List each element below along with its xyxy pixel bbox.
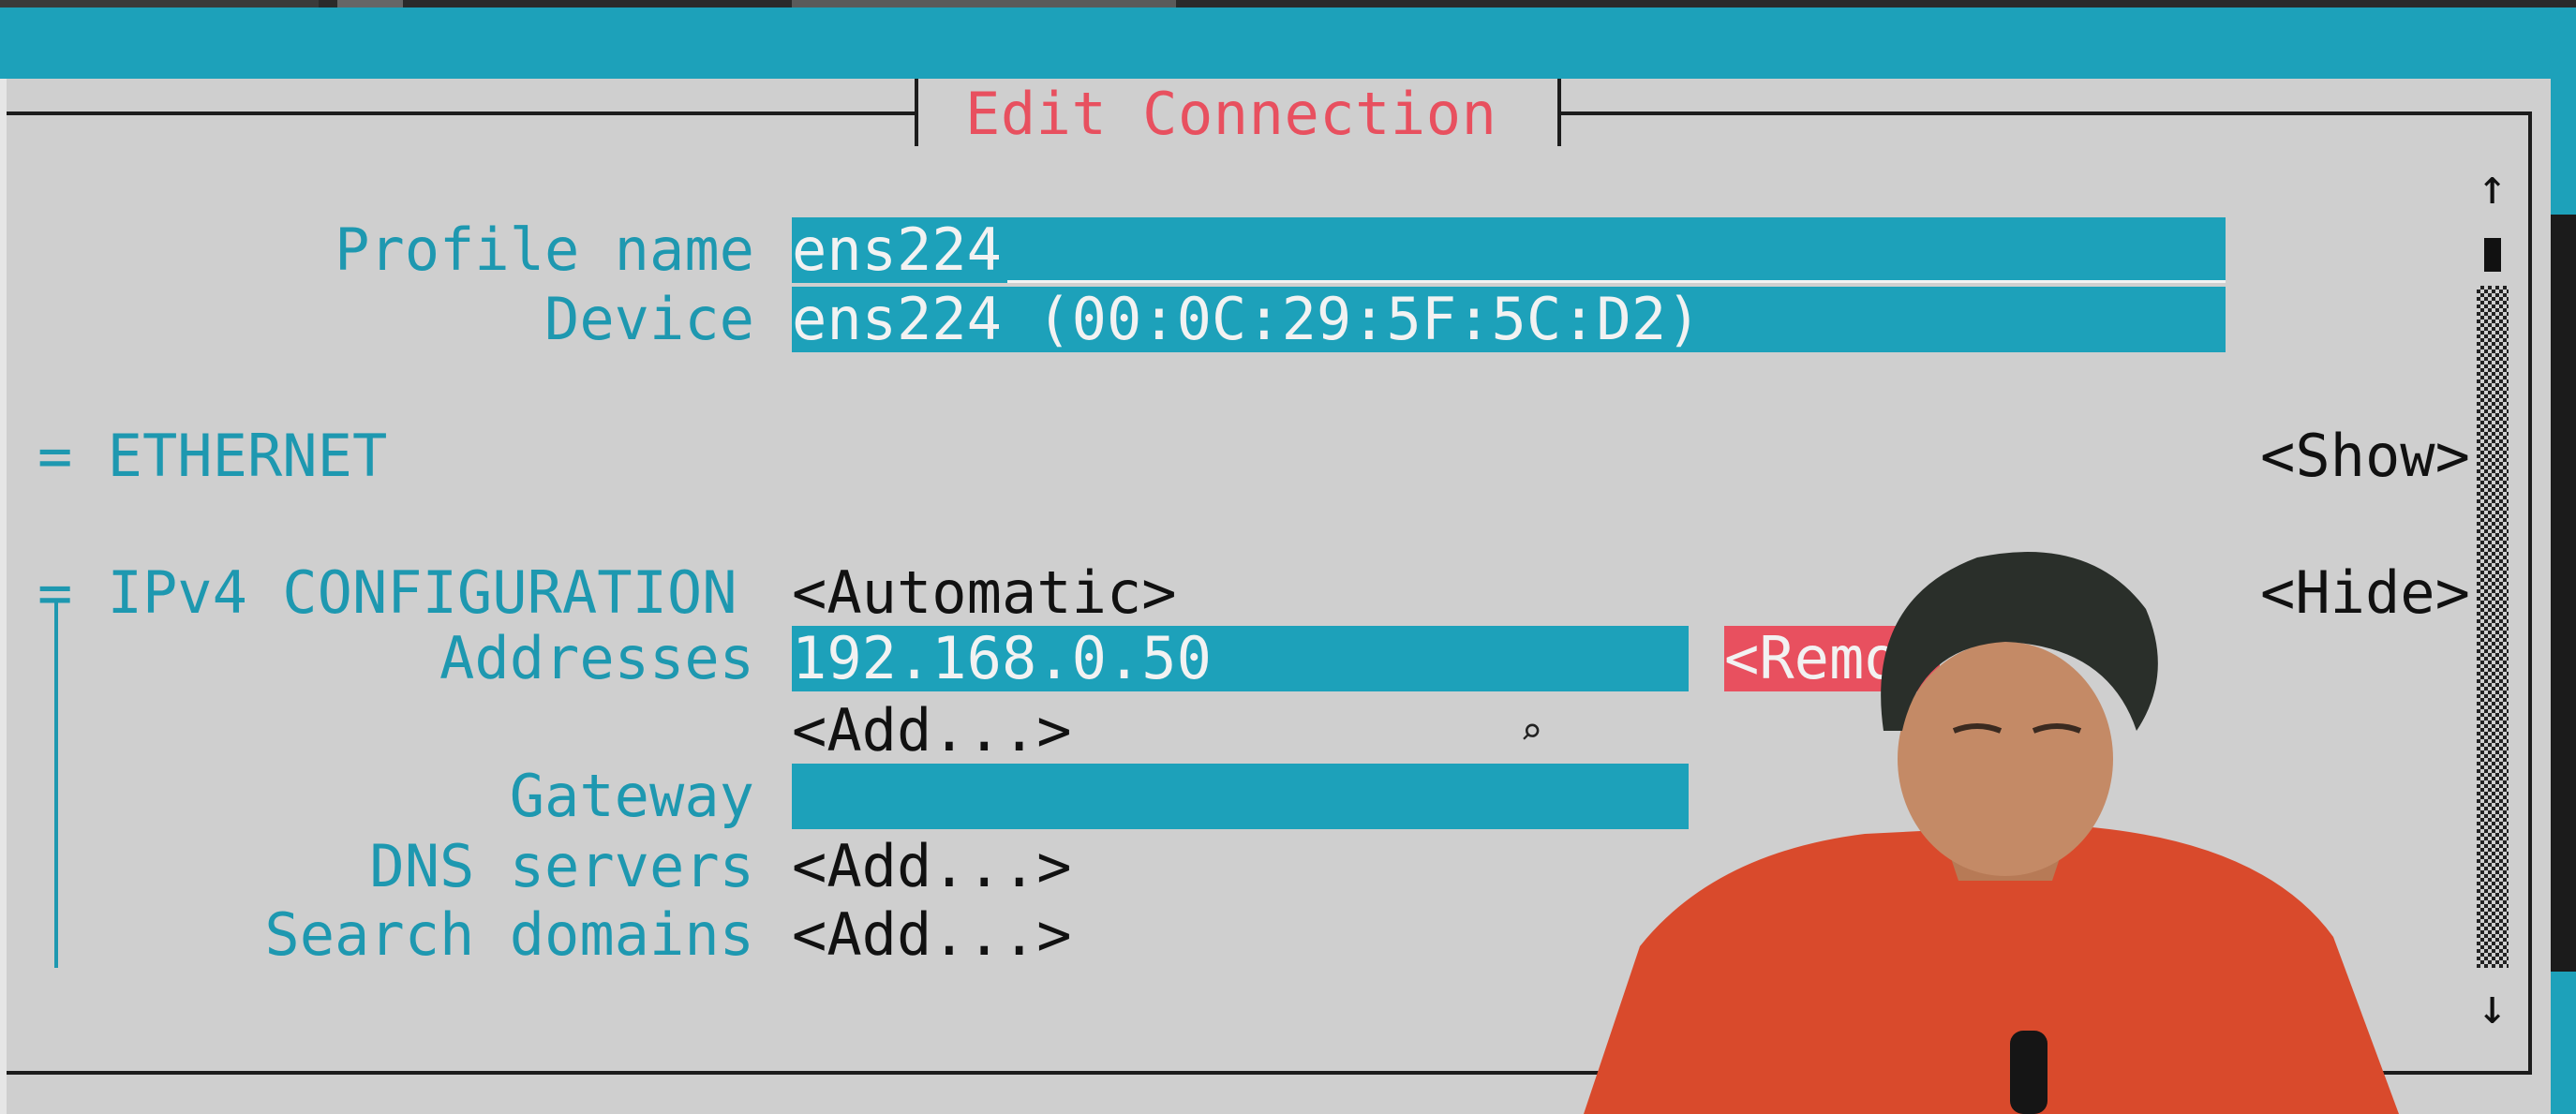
profile-name-input[interactable]: ens224 (792, 217, 2226, 283)
text-cursor-icon: ⌕ (1520, 710, 1543, 753)
right-edge (2551, 79, 2576, 1114)
field-underline (1007, 280, 2226, 283)
dialog-title-bracket-right (1557, 79, 1561, 146)
device-value: ens224 (00:0C:29:5F:5C:D2) (792, 285, 1702, 353)
ethernet-show-button[interactable]: <Show> (2260, 423, 2470, 489)
add-dns-button[interactable]: <Add...> (792, 834, 1072, 899)
microphone-icon (2010, 1031, 2047, 1114)
right-edge-accent (2551, 972, 2576, 1114)
left-edge (0, 79, 7, 1114)
add-address-button[interactable]: <Add...> (792, 698, 1072, 764)
tab-indicator (0, 0, 319, 7)
gateway-input[interactable] (792, 764, 1689, 829)
gateway-label: Gateway (509, 762, 754, 830)
tab-indicator (337, 0, 403, 7)
dialog-border-right (2528, 111, 2532, 1075)
scrollbar-thumb[interactable] (2484, 238, 2501, 272)
right-edge-accent (2551, 79, 2576, 215)
ipv4-tree-line (54, 600, 58, 968)
search-domains-label: Search domains (264, 900, 754, 969)
dialog-border-top-left (7, 111, 918, 115)
dialog-border-top-right (1559, 111, 2532, 115)
webcam-overlay (1584, 552, 2399, 1114)
addresses-label: Addresses (439, 624, 754, 692)
profile-name-value: ens224 (792, 215, 1002, 284)
add-search-domain-button[interactable]: <Add...> (792, 902, 1072, 968)
dialog-title-bracket-left (915, 79, 918, 146)
address-input[interactable]: 192.168.0.50 (792, 626, 1689, 691)
ethernet-section-label: ETHERNET (107, 422, 388, 490)
device-input[interactable]: ens224 (00:0C:29:5F:5C:D2) (792, 287, 2226, 352)
address-value: 192.168.0.50 (792, 624, 1212, 692)
scroll-up-arrow-icon[interactable]: ↑ (2478, 159, 2507, 215)
device-label: Device (544, 285, 754, 353)
dns-servers-label: DNS servers (369, 832, 754, 900)
top-strip (0, 0, 2576, 7)
tab-indicator (792, 0, 1176, 7)
terminal-title-bar (0, 7, 2576, 79)
ipv4-section: = IPv4 CONFIGURATION (37, 560, 737, 626)
ethernet-section: = ETHERNET (37, 423, 387, 489)
ipv4-section-label: IPv4 CONFIGURATION (107, 558, 737, 627)
ipv4-mode-button[interactable]: <Automatic> (792, 560, 1177, 626)
section-marker: = (37, 422, 73, 490)
profile-name-label: Profile name (335, 215, 754, 284)
presenter-face (1898, 642, 2113, 876)
dialog-title: Edit Connection (965, 80, 1497, 148)
